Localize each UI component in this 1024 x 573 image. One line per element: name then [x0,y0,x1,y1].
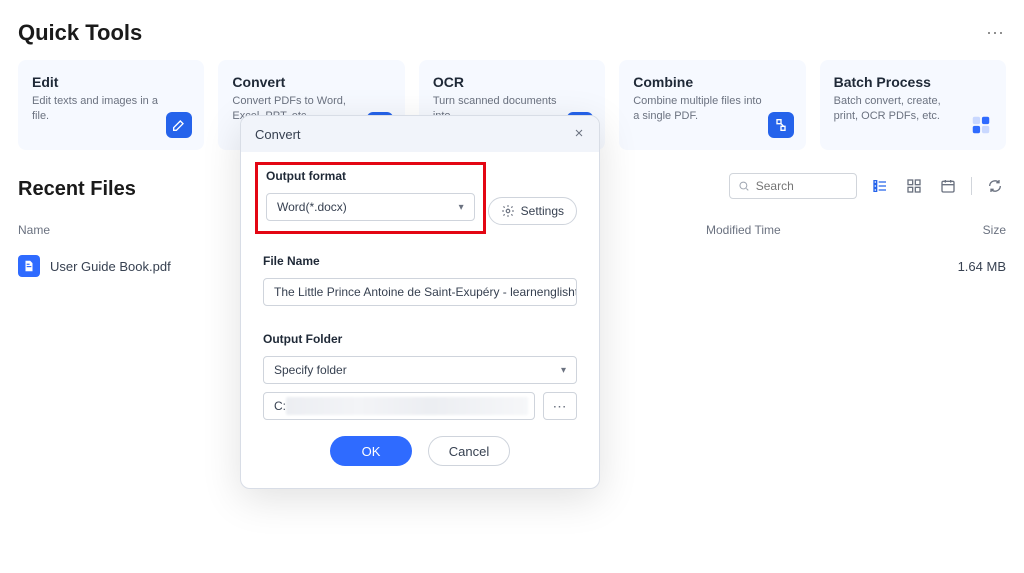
settings-label: Settings [521,204,564,218]
output-format-label: Output format [266,169,475,183]
output-format-highlight: Output format Word(*.docx) ▾ [255,162,486,234]
redacted-path [286,397,528,415]
output-folder-label: Output Folder [263,332,577,346]
close-icon[interactable] [573,126,585,142]
output-format-select[interactable]: Word(*.docx) ▾ [266,193,475,221]
chevron-down-icon: ▾ [459,202,464,213]
output-folder-select[interactable]: Specify folder ▾ [263,356,577,384]
output-folder-path[interactable]: C: [263,392,535,420]
ok-button[interactable]: OK [330,436,412,466]
output-folder-select-value: Specify folder [274,363,347,377]
convert-dialog: Convert Output format Word(*.docx) ▾ [240,115,600,489]
gear-icon [501,204,515,218]
chevron-down-icon: ▾ [561,365,566,376]
cancel-button[interactable]: Cancel [428,436,510,466]
browse-folder-button[interactable]: ⋯ [543,392,577,420]
dialog-title: Convert [255,127,301,142]
output-folder-path-prefix: C: [274,399,286,413]
file-name-input[interactable]: The Little Prince Antoine de Saint-Exupé… [263,278,577,306]
output-format-value: Word(*.docx) [277,200,347,214]
file-name-label: File Name [263,254,577,268]
dialog-backdrop: Convert Output format Word(*.docx) ▾ [0,0,1024,573]
file-name-value: The Little Prince Antoine de Saint-Exupé… [274,285,577,299]
settings-button[interactable]: Settings [488,197,577,225]
